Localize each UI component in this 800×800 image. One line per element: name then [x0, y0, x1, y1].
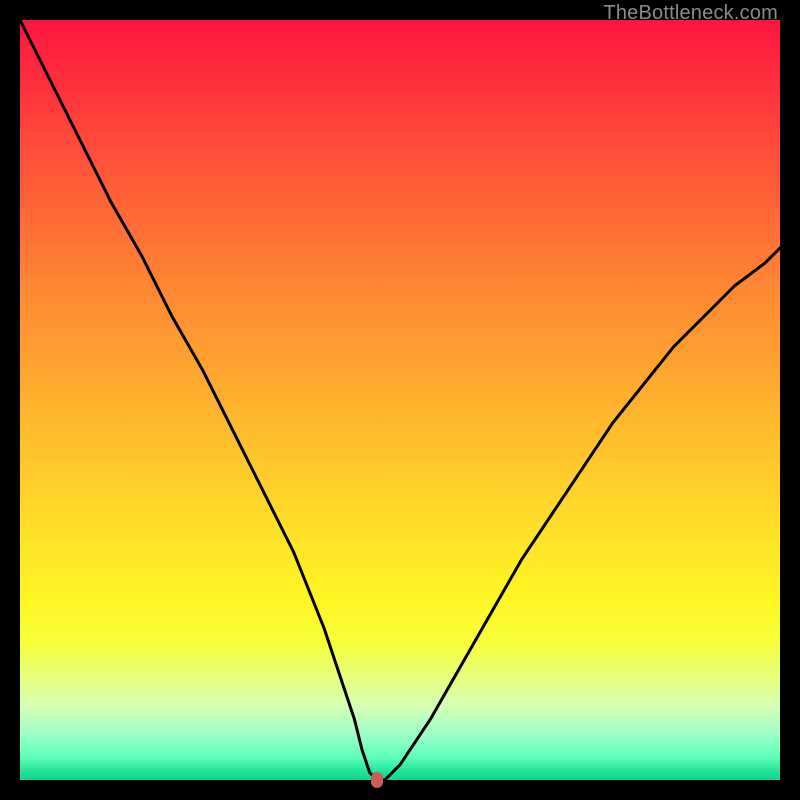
plot-area	[20, 20, 780, 780]
optimum-marker	[371, 772, 383, 788]
bottleneck-curve	[20, 20, 780, 780]
watermark-text: TheBottleneck.com	[603, 2, 778, 25]
chart-frame: TheBottleneck.com	[0, 0, 800, 800]
